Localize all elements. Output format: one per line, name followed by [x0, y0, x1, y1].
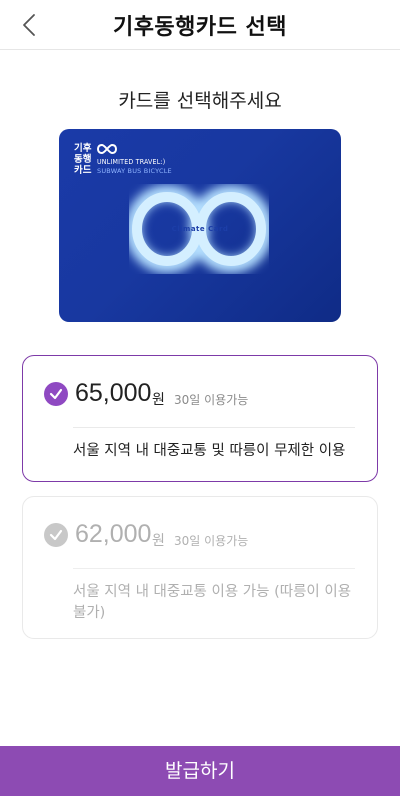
option-62000[interactable]: 62,000 원 30일 이용가능 서울 지역 내 대중교통 이용 가능 (따릉…	[22, 496, 378, 639]
price-unit: 원	[152, 533, 165, 549]
card-modes: SUBWAY BUS BICYCLE	[97, 167, 172, 175]
card-brand-text: 기후 동행 카드	[74, 143, 91, 176]
divider	[73, 568, 355, 569]
header: 기후동행카드 선택	[0, 0, 400, 50]
period-label: 30일 이용가능	[174, 534, 249, 548]
price-value: 62,000	[75, 520, 152, 548]
card-tagline: UNLIMITED TRAVEL:)	[97, 158, 166, 166]
issue-card-button[interactable]: 발급하기	[0, 746, 400, 796]
card-brand-line: 기후	[74, 143, 92, 154]
select-card-prompt: 카드를 선택해주세요	[118, 90, 282, 112]
card-brand-line: 동행	[74, 154, 92, 165]
infinity-logo-icon	[97, 144, 117, 154]
divider	[73, 427, 355, 428]
option-description: 서울 지역 내 대중교통 이용 가능 (따릉이 이용 불가)	[73, 584, 352, 621]
check-icon[interactable]	[44, 382, 68, 406]
page-title: 기후동행카드 선택	[112, 15, 288, 40]
card-center-label: Climate Card	[171, 225, 229, 233]
check-icon[interactable]	[44, 523, 68, 547]
climate-card-image: 기후 동행 카드 UNLIMITED TRAVEL:) SUBWAY BUS B…	[59, 129, 341, 322]
period-label: 30일 이용가능	[174, 393, 249, 407]
price-unit: 원	[152, 392, 165, 408]
price-value: 65,000	[75, 379, 152, 407]
option-description: 서울 지역 내 대중교통 및 따릉이 무제한 이용	[73, 443, 346, 459]
card-brand-line: 카드	[74, 165, 92, 176]
option-65000[interactable]: 65,000 원 30일 이용가능 서울 지역 내 대중교통 및 따릉이 무제한…	[22, 355, 378, 482]
